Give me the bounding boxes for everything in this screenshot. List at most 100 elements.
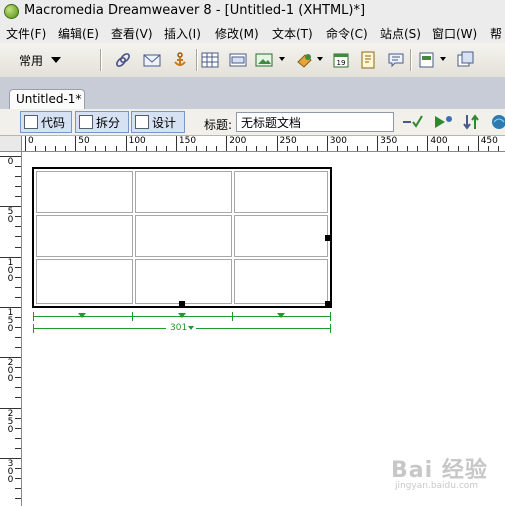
insert-category-label[interactable]: 常用 xyxy=(19,52,43,69)
table-cell[interactable] xyxy=(36,259,133,304)
ruler-tick xyxy=(155,146,157,151)
table-resize-handle-corner[interactable] xyxy=(325,301,331,307)
menu-window[interactable]: 窗口(W) xyxy=(432,25,477,42)
image-dropdown-icon[interactable] xyxy=(279,57,285,61)
ruler-origin[interactable] xyxy=(0,136,22,152)
menu-modify[interactable]: 修改(M) xyxy=(215,25,259,42)
page-title-field[interactable] xyxy=(236,112,394,132)
ruler-tick xyxy=(286,146,288,151)
guide-tick xyxy=(33,312,34,321)
ruler-tick xyxy=(55,146,57,151)
table-cell[interactable] xyxy=(135,215,232,257)
browser-check-icon[interactable] xyxy=(401,113,425,131)
ruler-tick xyxy=(165,146,167,151)
ruler-label: 50 xyxy=(7,207,14,226)
ruler-tick xyxy=(15,176,21,178)
menu-insert[interactable]: 插入(I) xyxy=(164,25,201,42)
ruler-label: 150 xyxy=(178,136,197,146)
ruler-tick xyxy=(216,146,218,151)
ruler-tick xyxy=(15,286,21,288)
comment-icon[interactable] xyxy=(387,51,405,69)
date-icon[interactable]: 19 xyxy=(332,51,350,69)
ruler-tick xyxy=(115,146,117,151)
table-cell[interactable] xyxy=(234,259,328,304)
ruler-label: 300 xyxy=(7,458,14,485)
script-icon[interactable] xyxy=(359,51,377,69)
vertical-ruler: 0 50 100 150 200 250 300 xyxy=(0,152,22,506)
ruler-tick xyxy=(15,246,21,248)
table-width-label[interactable]: 301 xyxy=(170,323,187,333)
ruler-tick xyxy=(497,146,499,151)
menu-edit[interactable]: 编辑(E) xyxy=(58,25,99,42)
category-dropdown-icon[interactable] xyxy=(51,57,61,63)
ruler-label: 50 xyxy=(78,136,90,146)
table-menu-arrow-icon[interactable] xyxy=(188,326,194,330)
ruler-tick xyxy=(356,146,358,151)
horizontal-ruler: 0 50 100 150 200 250 300 350 400 450 xyxy=(0,136,505,152)
media-icon[interactable] xyxy=(296,51,314,69)
table-cell[interactable] xyxy=(234,171,328,213)
templates-dropdown-icon[interactable] xyxy=(440,57,446,61)
div-icon[interactable] xyxy=(229,51,247,69)
ruler-tick xyxy=(15,166,21,168)
email-link-icon[interactable] xyxy=(143,51,161,69)
column-menu-arrow-icon[interactable] xyxy=(277,313,285,318)
hyperlink-icon[interactable] xyxy=(114,51,132,69)
ruler-tick xyxy=(15,337,21,339)
table-cell[interactable] xyxy=(135,259,232,304)
column-menu-arrow-icon[interactable] xyxy=(178,313,186,318)
ruler-tick xyxy=(427,136,429,151)
view-options-icon[interactable] xyxy=(490,113,505,131)
refresh-design-icon[interactable] xyxy=(461,113,483,131)
ruler-tick xyxy=(15,327,21,329)
image-icon[interactable] xyxy=(255,51,273,69)
guide-tick xyxy=(232,312,233,321)
ruler-tick xyxy=(15,216,21,218)
ruler-tick xyxy=(65,146,67,151)
menu-site[interactable]: 站点(S) xyxy=(380,25,421,42)
table-cell[interactable] xyxy=(234,215,328,257)
ruler-tick xyxy=(185,146,187,151)
window-title: Macromedia Dreamweaver 8 - [Untitled-1 (… xyxy=(24,3,366,18)
menu-commands[interactable]: 命令(C) xyxy=(326,25,368,42)
preview-in-browser-icon[interactable] xyxy=(432,113,454,131)
menu-file[interactable]: 文件(F) xyxy=(6,25,46,42)
media-dropdown-icon[interactable] xyxy=(317,57,323,61)
table-resize-handle-right[interactable] xyxy=(325,235,331,241)
ruler-label: 200 xyxy=(7,358,14,385)
table-icon[interactable] xyxy=(201,51,219,69)
table-resize-handle-bottom[interactable] xyxy=(179,301,185,307)
ruler-tick xyxy=(15,477,21,479)
guide-tick xyxy=(132,312,133,321)
tag-chooser-icon[interactable] xyxy=(456,51,474,69)
ruler-tick xyxy=(467,146,469,151)
ruler-label: 300 xyxy=(329,136,347,146)
menu-text[interactable]: 文本(T) xyxy=(272,25,313,42)
design-table[interactable] xyxy=(32,167,332,308)
table-cell[interactable] xyxy=(135,171,232,213)
ruler-tick xyxy=(15,387,21,389)
table-cell[interactable] xyxy=(36,215,133,257)
code-view-button[interactable]: 代码 xyxy=(20,111,72,133)
menu-help[interactable]: 帮 xyxy=(490,25,502,42)
menu-view[interactable]: 查看(V) xyxy=(111,25,153,42)
ruler-tick xyxy=(15,226,21,228)
named-anchor-icon[interactable] xyxy=(171,51,189,69)
ruler-tick xyxy=(175,136,177,151)
guide-tick xyxy=(330,324,331,333)
ruler-label: 400 xyxy=(430,136,448,146)
ruler-tick xyxy=(95,146,97,151)
ruler-tick xyxy=(417,146,419,151)
ruler-tick xyxy=(346,146,348,151)
table-cell[interactable] xyxy=(36,171,133,213)
column-menu-arrow-icon[interactable] xyxy=(78,313,86,318)
design-view-label: 设计 xyxy=(152,115,177,130)
design-view-button[interactable]: 设计 xyxy=(131,111,185,133)
code-view-label: 代码 xyxy=(41,115,66,130)
templates-icon[interactable] xyxy=(418,51,436,69)
ruler-tick xyxy=(397,146,399,151)
ruler-tick xyxy=(15,487,21,489)
split-view-button[interactable]: 拆分 xyxy=(75,111,129,133)
ruler-tick xyxy=(336,146,338,151)
ruler-tick xyxy=(15,498,21,500)
